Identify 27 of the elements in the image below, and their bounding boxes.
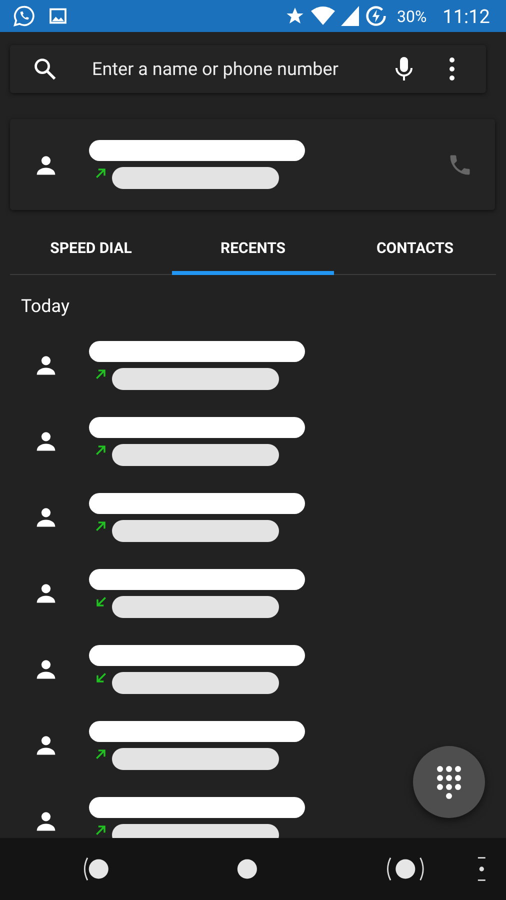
image-icon [49, 7, 67, 25]
home-icon[interactable] [236, 857, 258, 881]
outgoing-call-arrow-icon [94, 746, 108, 760]
search-icon[interactable] [32, 56, 58, 82]
outgoing-call-arrow-icon [94, 518, 108, 532]
search-field[interactable]: Enter a name or phone number [92, 58, 392, 80]
outgoing-call-arrow-icon [94, 366, 108, 380]
dialpad-icon [437, 766, 461, 798]
more-options-icon[interactable] [448, 57, 456, 81]
menu-icon[interactable] [476, 856, 486, 882]
chat-bubble-icon [13, 5, 35, 27]
section-header: Today [20, 295, 70, 319]
battery-percentage: 30% [396, 6, 427, 26]
tab[interactable]: RECENTS [172, 224, 334, 275]
recent-call-card[interactable] [10, 119, 495, 210]
outgoing-call-arrow-icon [94, 442, 108, 456]
tab[interactable]: SPEED DIAL [10, 224, 172, 275]
outgoing-call-arrow-icon [94, 166, 108, 180]
signal-icon [340, 6, 359, 26]
star-icon [284, 6, 305, 26]
battery-saver-icon [364, 5, 387, 27]
incoming-call-arrow-icon [94, 670, 108, 684]
incoming-call-arrow-icon [94, 594, 108, 608]
tab[interactable]: CONTACTS [334, 224, 496, 275]
wifi-icon [310, 6, 335, 26]
clock: 11:12 [442, 4, 490, 28]
outgoing-call-arrow-icon [94, 822, 108, 836]
